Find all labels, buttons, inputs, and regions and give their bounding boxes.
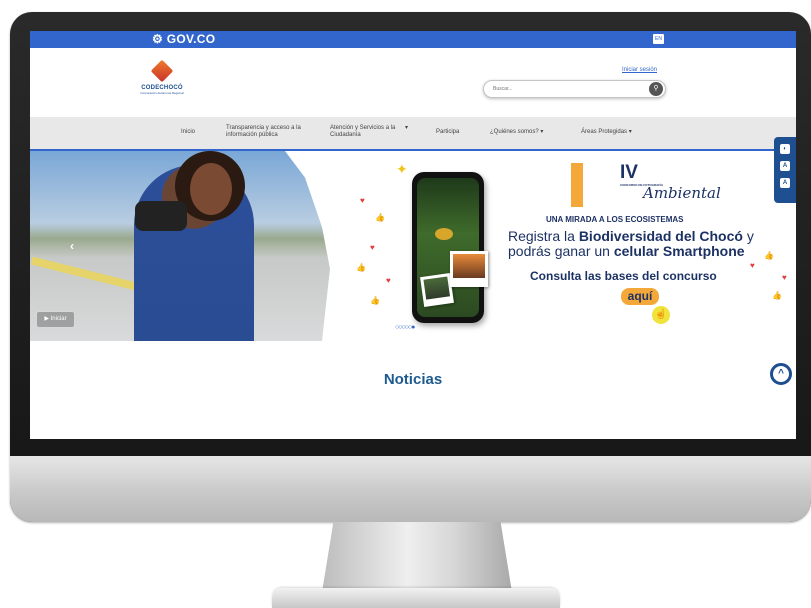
photo-face [190, 163, 232, 215]
carousel-dots[interactable]: ○○○○○● [395, 324, 415, 331]
contest-numeral: IV [620, 162, 638, 183]
news-section-title: Noticias [383, 371, 443, 388]
desc-text: podrás ganar un [508, 243, 614, 259]
text-decrease-icon[interactable]: A [780, 161, 790, 171]
chevron-left-icon[interactable]: ‹ [70, 239, 74, 253]
hero-carousel: ‹ ▶ Iniciar ♥ 👍 ♥ 👍 ♥ 👍 ✦ ○○○○○● IV CONC… [30, 151, 796, 341]
like-icon: 👍 [764, 251, 774, 260]
search-icon[interactable]: ⚲ [649, 82, 663, 96]
nav-item-quienes-label: ¿Quiénes somos? [490, 129, 539, 135]
gov-bar: ⚙ GOV.CO EN [30, 31, 796, 48]
contest-description: Registra la Biodiversidad del Chocó y po… [508, 229, 796, 259]
like-icon: 👍 [375, 213, 385, 222]
contest-tagline: UNA MIRADA A LOS ECOSISTEMAS [546, 215, 684, 224]
nav-item-participa[interactable]: Participa [436, 129, 459, 136]
browser-screen: ⚙ GOV.CO EN CODECHOCÓ Corporación Autóno… [30, 31, 796, 439]
frog-image [435, 228, 453, 240]
nav-item-atencion[interactable]: Atención y Servicios a la Ciudadanía [330, 125, 400, 139]
text-increase-icon[interactable]: A [780, 178, 790, 188]
search-box: ⚲ [483, 80, 666, 98]
heart-icon: ♥ [386, 276, 391, 285]
chevron-down-icon: ▾ [405, 125, 409, 131]
site-header: CODECHOCÓ Corporación Autónoma Regional … [30, 48, 796, 117]
language-button[interactable]: EN [653, 34, 664, 44]
heart-icon: ♥ [750, 261, 755, 270]
nav-item-areas-label: Áreas Protegidas [581, 129, 628, 135]
contest-cta-text: Consulta las bases del concurso [530, 269, 717, 283]
nav-item-areas[interactable]: Áreas Protegidas ▾ [581, 129, 632, 136]
heart-icon: ♥ [370, 243, 375, 252]
desc-bold: celular Smartphone [613, 243, 745, 259]
login-link[interactable]: Iniciar sesión [622, 67, 657, 73]
like-icon: 👍 [772, 291, 782, 300]
pointer-hand-icon: ☝ [652, 306, 670, 324]
contest-script-title: Ambiental [643, 184, 721, 202]
nav-item-inicio[interactable]: Inicio [181, 129, 195, 136]
sparkle-icon: ✦ [396, 161, 408, 177]
desc-bold: Biodiversidad del Chocó [578, 228, 743, 244]
codechoco-logo[interactable]: CODECHOCÓ Corporación Autónoma Regional [135, 59, 189, 95]
play-button[interactable]: ▶ Iniciar [36, 311, 75, 328]
like-icon: 👍 [356, 263, 366, 272]
contrast-icon[interactable]: ◐ [780, 144, 790, 154]
accessibility-bar: ◐ A A [774, 137, 796, 203]
nav-item-atencion-label: Atención y Servicios a la Ciudadanía [330, 125, 396, 138]
logo-mark [150, 59, 174, 83]
logo-subtitle: Corporación Autónoma Regional [140, 91, 184, 95]
desc-text: Registra la [508, 228, 579, 244]
nav-item-quienes[interactable]: ¿Quiénes somos? ▾ [490, 129, 543, 136]
monitor-base [272, 588, 560, 608]
monitor-chin [10, 456, 811, 522]
play-button-label: Iniciar [50, 316, 67, 322]
search-input[interactable] [493, 84, 633, 94]
heart-icon: ♥ [360, 196, 365, 205]
like-icon: 👍 [370, 296, 380, 305]
gov-logo[interactable]: ⚙ GOV.CO [152, 32, 215, 46]
polaroid-photo [450, 251, 488, 287]
chevron-up-icon[interactable]: ^ [770, 363, 792, 385]
gov-logo-text: GOV.CO [166, 32, 216, 46]
polaroid-photo [420, 273, 454, 307]
photo-camera [135, 201, 187, 231]
contest-aqui-link[interactable]: aquí [621, 288, 659, 305]
photo-railing [30, 256, 150, 294]
play-icon: ▶ [44, 316, 49, 322]
desc-text: y [742, 228, 754, 244]
heart-icon: ♥ [782, 273, 787, 282]
photographer-photo [30, 151, 330, 341]
nav-item-transparencia[interactable]: Transparencia y acceso a la información … [226, 125, 316, 139]
contest-badge-mark [571, 163, 607, 207]
main-nav: Inicio Transparencia y acceso a la infor… [30, 117, 796, 151]
monitor-stand [322, 522, 512, 592]
